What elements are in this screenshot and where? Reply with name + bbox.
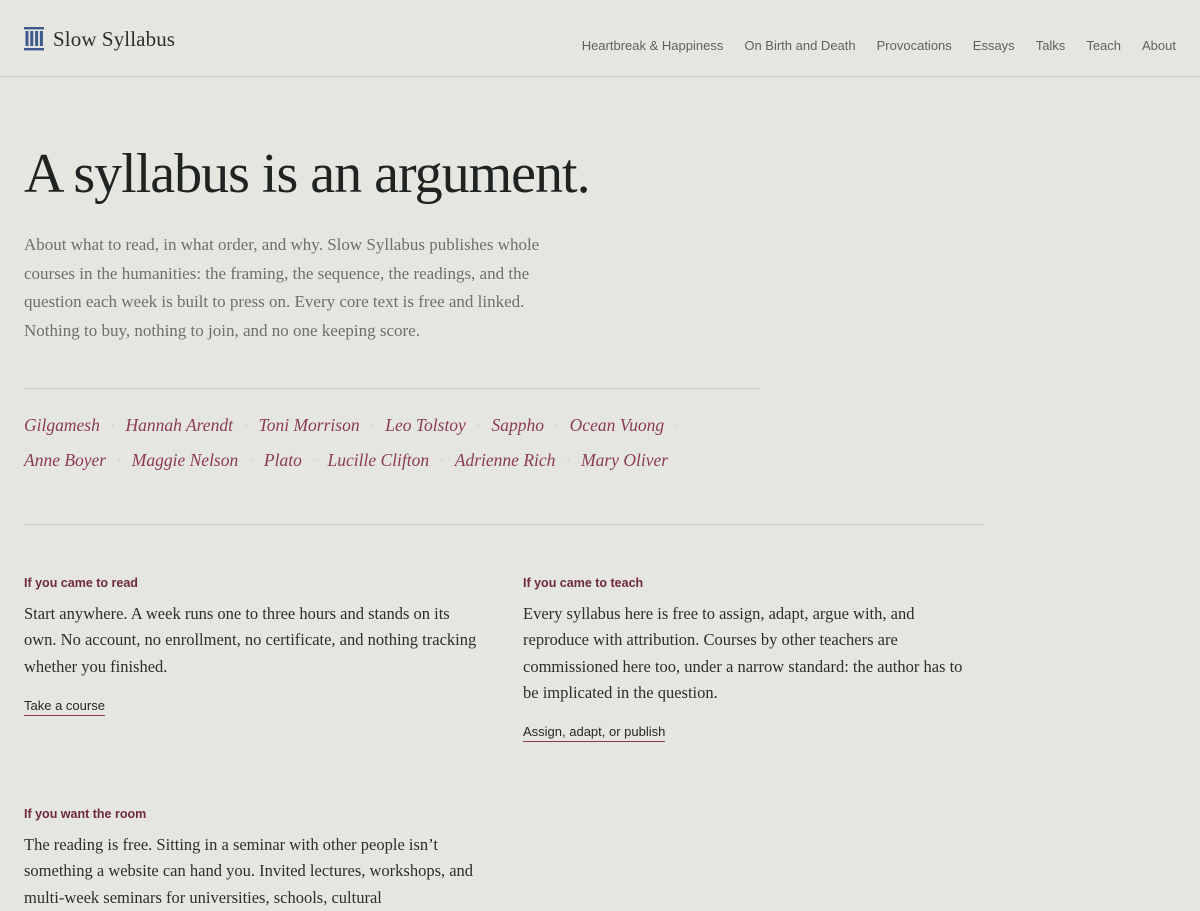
separator-dot: · (440, 454, 444, 467)
author-link[interactable]: Plato (264, 450, 302, 471)
nav-item-birth-death[interactable]: On Birth and Death (744, 38, 855, 53)
take-course-link[interactable]: Take a course (24, 697, 105, 716)
section-label: If you came to read (24, 576, 138, 590)
nav-item-talks[interactable]: Talks (1036, 38, 1066, 53)
nav-item-provocations[interactable]: Provocations (877, 38, 952, 53)
author-link[interactable]: Anne Boyer (24, 450, 106, 471)
logo-text: Slow Syllabus (53, 27, 176, 51)
site-header: Slow Syllabus Heartbreak & Happiness On … (0, 0, 1200, 77)
separator-dot: · (312, 454, 317, 467)
author-link[interactable]: Maggie Nelson (132, 450, 238, 471)
separator-dot: · (566, 454, 571, 467)
author-link[interactable]: Gilgamesh (24, 415, 100, 436)
divider (24, 388, 760, 389)
author-link[interactable]: Ocean Vuong (570, 415, 664, 436)
separator-dot: · (555, 419, 559, 432)
separator-dot: · (476, 419, 481, 432)
room-section: If you want the room The reading is free… (24, 806, 479, 911)
author-link[interactable]: Toni Morrison (259, 415, 360, 436)
author-row: Gilgamesh · Hannah Arendt · Toni Morriso… (24, 408, 724, 443)
separator-dot: · (675, 419, 679, 432)
author-link[interactable]: Adrienne Rich (455, 450, 556, 471)
site-logo[interactable]: Slow Syllabus (24, 26, 175, 52)
separator-dot: · (110, 419, 115, 432)
section-body: Start anywhere. A week runs one to three… (24, 604, 477, 676)
section-body: The reading is free. Sitting in a semina… (24, 835, 474, 907)
intro-paragraph: About what to read, in what order, and w… (24, 235, 540, 340)
page-title: A syllabus is an argument. (24, 143, 591, 205)
read-section: If you came to read Start anywhere. A we… (24, 575, 479, 716)
nav-item-essays[interactable]: Essays (973, 38, 1015, 53)
separator-dot: · (117, 454, 121, 467)
section-label: If you came to teach (523, 576, 644, 590)
section-body: Every syllabus here is free to assign, a… (523, 604, 963, 702)
columns-icon (24, 27, 44, 51)
author-link[interactable]: Hannah Arendt (126, 415, 233, 436)
author-link[interactable]: Mary Oliver (581, 450, 668, 471)
author-link[interactable]: Leo Tolstoy (385, 415, 466, 436)
divider (24, 524, 984, 525)
main-nav: Heartbreak & Happiness On Birth and Deat… (582, 38, 1176, 53)
nav-item-about[interactable]: About (1142, 38, 1176, 53)
author-link[interactable]: Lucille Clifton (328, 450, 430, 471)
nav-item-heartbreak-happiness[interactable]: Heartbreak & Happiness (582, 38, 724, 53)
section-label: If you want the room (24, 807, 147, 821)
separator-dot: · (370, 419, 375, 432)
author-link[interactable]: Sappho (492, 415, 545, 436)
author-row: Anne Boyer · Maggie Nelson · Plato · Luc… (24, 443, 724, 478)
nav-item-teach[interactable]: Teach (1086, 38, 1121, 53)
separator-dot: · (249, 454, 253, 467)
separator-dot: · (243, 419, 248, 432)
assign-adapt-publish-link[interactable]: Assign, adapt, or publish (523, 723, 666, 743)
teach-section: If you came to teach Every syllabus here… (523, 575, 978, 743)
author-list: Gilgamesh · Hannah Arendt · Toni Morriso… (24, 408, 724, 478)
